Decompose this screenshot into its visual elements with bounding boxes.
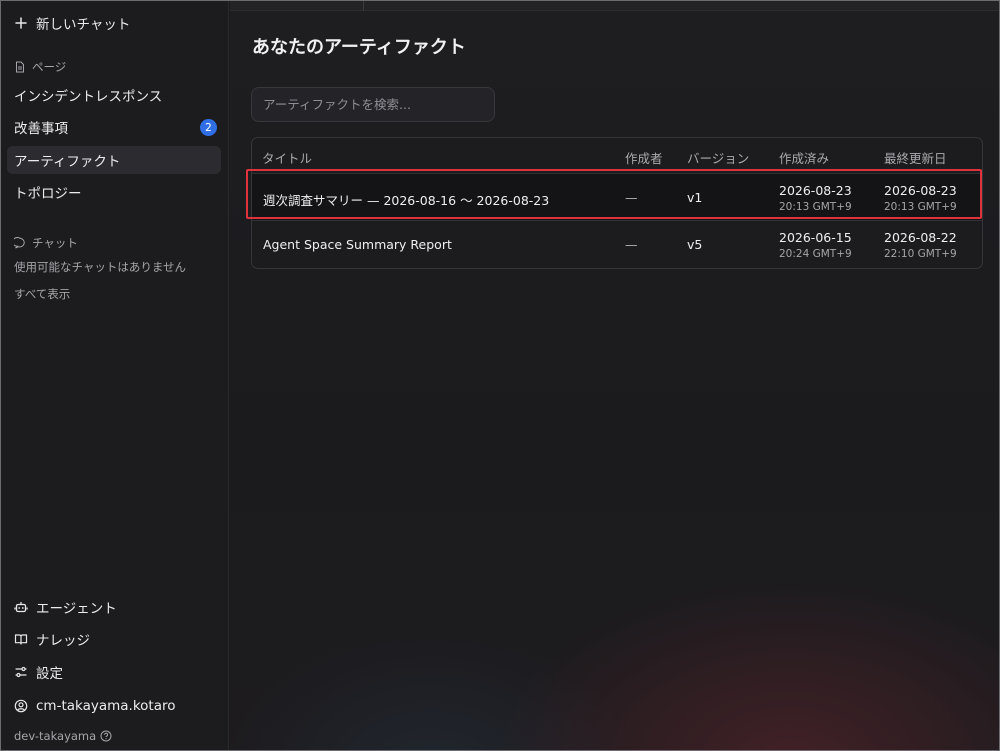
chat-bubble-icon bbox=[14, 237, 26, 249]
created-time: 20:13 GMT+9 bbox=[779, 201, 852, 213]
no-chats-text: 使用可能なチャットはありません bbox=[14, 260, 187, 274]
sidebar-item-improvements[interactable]: 改善事項 2 bbox=[7, 113, 221, 141]
sidebar-item-label: トポロジー bbox=[14, 186, 82, 202]
created-date: 2026-06-15 bbox=[779, 230, 852, 245]
column-header-updated[interactable]: 最終更新日 bbox=[884, 148, 947, 167]
artifact-search-input[interactable] bbox=[251, 87, 495, 122]
artifact-title[interactable]: Agent Space Summary Report bbox=[263, 237, 452, 252]
column-header-title[interactable]: タイトル bbox=[262, 148, 312, 167]
updated-time: 22:10 GMT+9 bbox=[884, 248, 957, 260]
agent-label: エージェント bbox=[36, 601, 117, 617]
user-name: cm-takayama.kotaro bbox=[36, 698, 176, 714]
pages-section-header: ページ bbox=[14, 59, 66, 75]
top-tab-strip bbox=[230, 1, 999, 11]
table-row[interactable]: 週次調査サマリー — 2026-08-16 〜 2026-08-23 — v1 … bbox=[252, 173, 982, 221]
new-chat-label: 新しいチャット bbox=[36, 17, 131, 33]
help-icon[interactable] bbox=[100, 730, 112, 742]
sidebar-item-label: 改善事項 bbox=[14, 121, 68, 137]
sidebar-item-settings[interactable]: 設定 bbox=[7, 658, 221, 686]
sidebar-item-agent[interactable]: エージェント bbox=[7, 593, 221, 621]
main-content: あなたのアーティファクト タイトル 作成者 バージョン 作成済み 最終更新日 週… bbox=[230, 1, 999, 750]
updated-datetime: 2026-08-22 22:10 GMT+9 bbox=[884, 230, 957, 260]
knowledge-label: ナレッジ bbox=[36, 633, 90, 649]
artifact-version: v1 bbox=[687, 190, 703, 205]
sidebar-item-knowledge[interactable]: ナレッジ bbox=[7, 625, 221, 653]
chat-section-label: チャット bbox=[32, 236, 78, 250]
page-title: あなたのアーティファクト bbox=[252, 37, 466, 58]
book-icon bbox=[14, 632, 28, 646]
updated-datetime: 2026-08-23 20:13 GMT+9 bbox=[884, 183, 957, 213]
count-badge: 2 bbox=[200, 119, 217, 136]
user-circle-icon bbox=[14, 699, 28, 713]
column-header-author[interactable]: 作成者 bbox=[625, 148, 663, 167]
column-header-created[interactable]: 作成済み bbox=[779, 148, 829, 167]
document-icon bbox=[14, 61, 26, 73]
artifact-author: — bbox=[625, 237, 638, 252]
artifact-author: — bbox=[625, 190, 638, 205]
sidebar-item-incident-response[interactable]: インシデントレスポンス bbox=[7, 81, 221, 109]
created-datetime: 2026-08-23 20:13 GMT+9 bbox=[779, 183, 852, 213]
pages-section-label: ページ bbox=[32, 60, 67, 74]
table-row[interactable]: Agent Space Summary Report — v5 2026-06-… bbox=[252, 221, 982, 269]
updated-date: 2026-08-22 bbox=[884, 230, 957, 245]
sidebar: 新しいチャット ページ インシデントレスポンス 改善事項 2 アーティファクト … bbox=[1, 1, 229, 750]
created-date: 2026-08-23 bbox=[779, 183, 852, 198]
column-header-version[interactable]: バージョン bbox=[687, 148, 749, 167]
robot-icon bbox=[14, 600, 28, 614]
sliders-icon bbox=[14, 665, 28, 679]
created-time: 20:24 GMT+9 bbox=[779, 248, 852, 260]
artifact-version: v5 bbox=[687, 237, 703, 252]
workspace-info: dev-takayama bbox=[14, 729, 112, 743]
sidebar-item-artifacts[interactable]: アーティファクト bbox=[7, 146, 221, 174]
sidebar-item-label: インシデントレスポンス bbox=[14, 89, 163, 105]
sidebar-item-label: アーティファクト bbox=[14, 154, 121, 170]
app-window: 新しいチャット ページ インシデントレスポンス 改善事項 2 アーティファクト … bbox=[0, 0, 1000, 751]
updated-time: 20:13 GMT+9 bbox=[884, 201, 957, 213]
chat-section-header: チャット bbox=[14, 235, 78, 251]
artifact-title[interactable]: 週次調査サマリー — 2026-08-16 〜 2026-08-23 bbox=[263, 190, 549, 209]
created-datetime: 2026-06-15 20:24 GMT+9 bbox=[779, 230, 852, 260]
show-all-link[interactable]: すべて表示 bbox=[14, 286, 70, 302]
workspace-name: dev-takayama bbox=[14, 729, 97, 743]
new-chat-button[interactable]: 新しいチャット bbox=[7, 9, 221, 37]
updated-date: 2026-08-23 bbox=[884, 183, 957, 198]
user-account-button[interactable]: cm-takayama.kotaro bbox=[7, 692, 221, 720]
sidebar-item-topology[interactable]: トポロジー bbox=[7, 178, 221, 206]
plus-icon bbox=[14, 16, 28, 30]
artifacts-table: タイトル 作成者 バージョン 作成済み 最終更新日 週次調査サマリー — 202… bbox=[251, 137, 983, 269]
settings-label: 設定 bbox=[36, 666, 63, 682]
